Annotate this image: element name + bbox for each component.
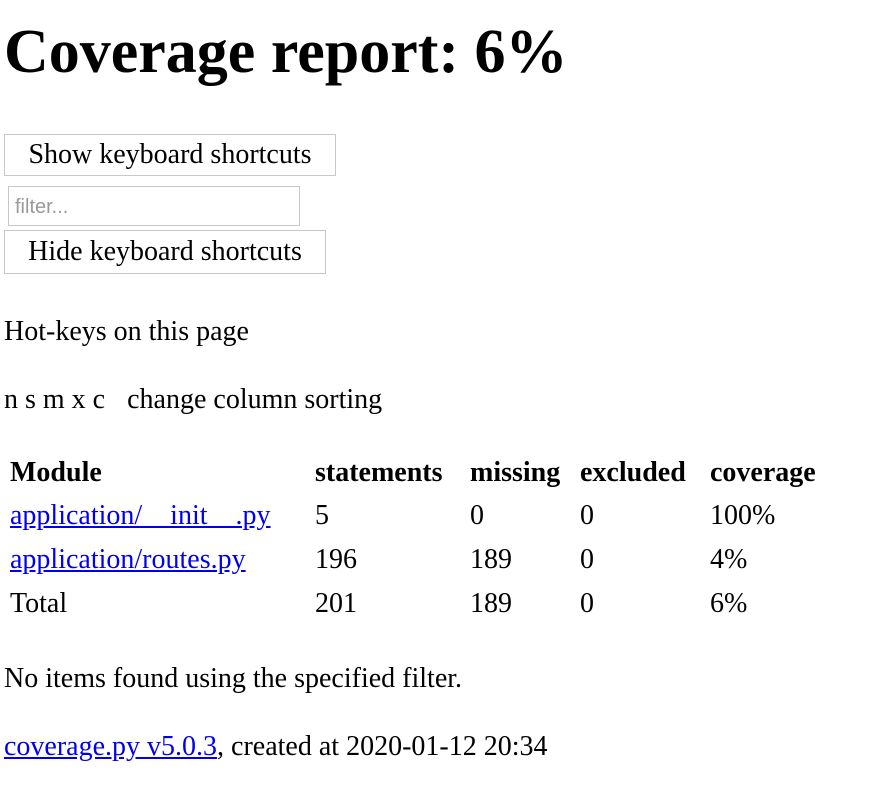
coverage-cell: 4% <box>710 544 748 575</box>
table-row: application/routes.py 196 189 0 4% <box>6 538 836 582</box>
missing-cell: 0 <box>470 500 484 531</box>
column-header-missing[interactable]: missing <box>466 452 576 494</box>
coverage-version-link[interactable]: coverage.py v5.0.3 <box>4 731 217 762</box>
footer: coverage.py v5.0.3, created at 2020-01-1… <box>4 730 548 764</box>
total-missing: 189 <box>470 588 512 619</box>
total-label: Total <box>10 588 68 619</box>
total-coverage: 6% <box>710 588 748 619</box>
hotkey-keys: n s m x c <box>4 384 106 415</box>
total-statements: 201 <box>315 588 357 619</box>
coverage-report-page: Coverage report: 6% Show keyboard shortc… <box>0 0 882 812</box>
table-row: application/__init__.py 5 0 0 100% <box>6 494 836 538</box>
page-title: Coverage report: 6% <box>4 18 568 86</box>
module-cell: application/__init__.py <box>6 494 311 538</box>
created-timestamp: , created at 2020-01-12 20:34 <box>217 731 548 762</box>
no-items-message: No items found using the specified filte… <box>4 663 463 694</box>
module-link-routes[interactable]: application/routes.py <box>10 544 246 575</box>
hotkeys-line: n s m x c change column sorting <box>4 383 382 417</box>
hide-keyboard-shortcuts-button[interactable]: Hide keyboard shortcuts <box>4 230 326 274</box>
column-header-coverage[interactable]: coverage <box>706 452 836 494</box>
total-excluded: 0 <box>580 588 594 619</box>
column-header-module[interactable]: Module <box>6 452 311 494</box>
missing-cell: 189 <box>470 544 512 575</box>
module-cell: application/routes.py <box>6 538 311 582</box>
hotkey-description: change column sorting <box>127 384 383 415</box>
coverage-table: Module statements missing excluded cover… <box>6 452 836 626</box>
statements-cell: 5 <box>315 500 329 531</box>
hotkeys-heading: Hot-keys on this page <box>4 316 249 347</box>
table-header-row: Module statements missing excluded cover… <box>6 452 836 494</box>
table-total-row: Total 201 189 0 6% <box>6 582 836 626</box>
show-keyboard-shortcuts-button[interactable]: Show keyboard shortcuts <box>4 134 336 176</box>
coverage-cell: 100% <box>710 500 776 531</box>
excluded-cell: 0 <box>580 544 594 575</box>
column-header-statements[interactable]: statements <box>311 452 466 494</box>
module-link-init[interactable]: application/__init__.py <box>10 500 271 531</box>
excluded-cell: 0 <box>580 500 594 531</box>
statements-cell: 196 <box>315 544 357 575</box>
filter-input[interactable] <box>8 186 300 226</box>
column-header-excluded[interactable]: excluded <box>576 452 706 494</box>
